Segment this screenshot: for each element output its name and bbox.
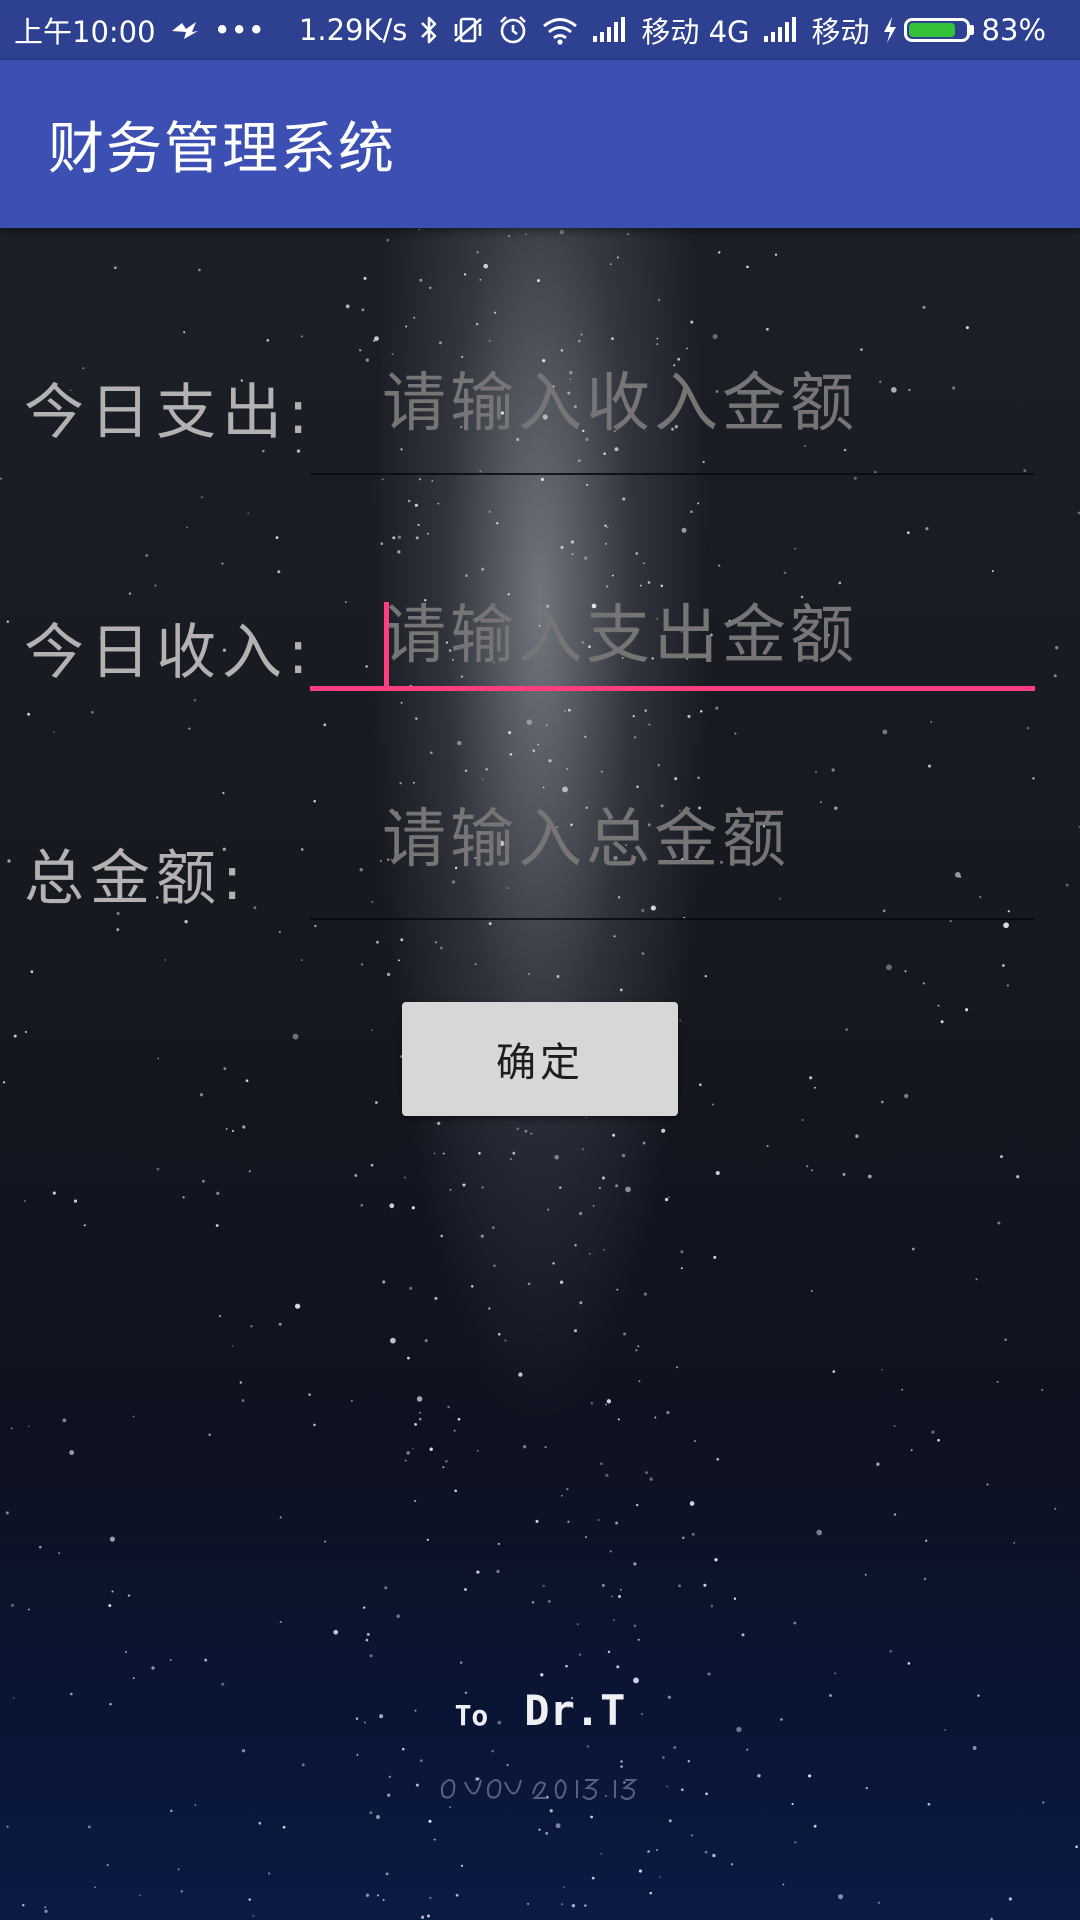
vibrate-off-icon — [451, 15, 485, 45]
app-bar: 财务管理系统 — [0, 60, 1080, 228]
dedication-name: Dr.T — [524, 1686, 626, 1735]
expense-field — [310, 354, 1035, 475]
wifi-icon — [541, 15, 579, 45]
page-title: 财务管理系统 — [48, 117, 396, 182]
expense-underline — [310, 473, 1035, 475]
text-cursor — [384, 602, 389, 688]
income-input[interactable] — [382, 586, 1022, 686]
battery-percent: 83% — [981, 13, 1047, 47]
carrier-secondary: 移动 — [811, 15, 870, 49]
confirm-button[interactable]: 确定 — [402, 1002, 678, 1116]
income-label: 今日收入: — [24, 618, 315, 688]
total-field — [310, 790, 1035, 920]
status-bar: 上午10:00 ••• 1.29K/s 移动 4G 移动 83% — [0, 0, 1080, 60]
network-speed: 1.29K/s — [298, 13, 408, 47]
income-underline — [310, 686, 1035, 691]
notification-icon — [168, 19, 202, 41]
expense-label: 今日支出: — [24, 378, 315, 448]
signature-watermark — [0, 1766, 1080, 1819]
income-field — [310, 586, 1035, 691]
more-notifications-icon: ••• — [213, 13, 265, 47]
alarm-icon — [497, 14, 529, 46]
signal-icon — [762, 16, 800, 44]
content-area: 今日支出: 今日收入: 总金额: 确定 To Dr.T — [0, 228, 1080, 1920]
total-underline — [310, 918, 1035, 920]
charging-icon — [882, 15, 898, 45]
clock: 上午10:00 — [14, 15, 156, 49]
total-label: 总金额: — [24, 844, 249, 914]
dedication-to: To — [454, 1699, 489, 1732]
total-input[interactable] — [382, 790, 1022, 890]
battery-icon — [903, 18, 974, 42]
signal-icon — [591, 16, 629, 44]
screen: 上午10:00 ••• 1.29K/s 移动 4G 移动 83% 财务管理系统 … — [0, 0, 1080, 1920]
dedication: To Dr.T — [0, 1686, 1080, 1735]
bluetooth-icon — [419, 15, 439, 45]
carrier-primary: 移动 4G — [641, 15, 750, 49]
expense-input[interactable] — [382, 354, 1022, 454]
